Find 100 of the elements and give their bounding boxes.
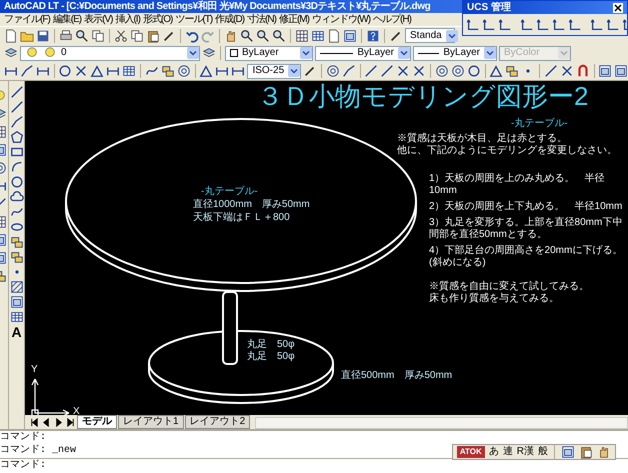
- rectangle-icon[interactable]: [10, 145, 24, 159]
- target-icon[interactable]: [326, 64, 340, 78]
- polygon-icon[interactable]: [10, 130, 24, 144]
- target-icon[interactable]: [450, 64, 465, 78]
- color-dropdown[interactable]: ByLayer: [225, 46, 313, 60]
- dimension-style-dropdown[interactable]: ISO-25: [247, 64, 302, 78]
- block-icon[interactable]: [160, 64, 175, 78]
- angle-icon[interactable]: [90, 64, 104, 78]
- drawing-title: ３Ｄ小物モデリング図形ー2: [257, 83, 588, 109]
- block-icon[interactable]: [10, 235, 24, 249]
- target-icon[interactable]: [434, 64, 449, 78]
- ime-option[interactable]: 般: [538, 447, 548, 457]
- line-icon[interactable]: [380, 64, 394, 78]
- hand-icon[interactable]: [224, 28, 238, 42]
- last-page-icon[interactable]: [65, 417, 76, 428]
- menu-item[interactable]: 挿入(I): [115, 14, 140, 24]
- menu-item[interactable]: 形式(O): [142, 14, 172, 24]
- line-icon[interactable]: [544, 64, 558, 78]
- scissors-icon[interactable]: [114, 28, 128, 42]
- first-page-icon[interactable]: [29, 417, 40, 428]
- window-icon[interactable]: [598, 64, 612, 78]
- grid-icon[interactable]: [295, 28, 309, 42]
- text-tool[interactable]: A: [11, 325, 22, 339]
- window-icon[interactable]: [561, 445, 575, 459]
- menu-item[interactable]: ツール(T): [175, 14, 212, 24]
- window-icon[interactable]: [0, 143, 7, 157]
- line-icon[interactable]: [10, 100, 24, 114]
- target-icon[interactable]: [0, 161, 7, 175]
- copy-icon[interactable]: [130, 28, 144, 42]
- layer-dropdown[interactable]: 0: [20, 46, 200, 60]
- circle-icon[interactable]: [58, 64, 72, 78]
- layout-tab[interactable]: レイアウト1: [118, 415, 184, 429]
- menu-item[interactable]: ウィンドウ(W): [312, 14, 370, 24]
- ime-mode[interactable]: ATOK: [456, 446, 485, 458]
- page-icon[interactable]: [4, 28, 18, 42]
- paste-icon[interactable]: [146, 28, 160, 42]
- line-icon[interactable]: [10, 85, 24, 99]
- polyline-icon[interactable]: [342, 64, 356, 78]
- lineweight-dropdown[interactable]: ByLayer: [413, 46, 497, 60]
- menu-item[interactable]: 修正(M): [278, 14, 309, 24]
- window-icon[interactable]: [0, 233, 7, 247]
- horizontal-scrollbar[interactable]: [255, 417, 628, 429]
- target-icon[interactable]: [176, 64, 191, 78]
- paste-icon[interactable]: [579, 445, 593, 459]
- block-icon[interactable]: [10, 250, 24, 264]
- linetype-dropdown[interactable]: ByLayer: [315, 46, 411, 60]
- circle-icon[interactable]: [10, 175, 24, 189]
- polyline-icon[interactable]: [10, 115, 24, 129]
- menu-item[interactable]: 編集(E): [52, 14, 82, 24]
- polyline-icon[interactable]: [20, 64, 34, 78]
- caret-icon: [288, 65, 300, 77]
- table-icon[interactable]: [311, 28, 325, 42]
- magnifier-icon[interactable]: [256, 28, 270, 42]
- cross-icon[interactable]: [412, 64, 426, 78]
- grid-icon[interactable]: [0, 215, 7, 229]
- cross-icon[interactable]: [560, 64, 574, 78]
- window-icon[interactable]: [10, 295, 24, 309]
- bulb-icon[interactable]: [43, 46, 57, 60]
- help-icon[interactable]: [366, 28, 380, 42]
- menu-item[interactable]: 寸法(N): [247, 14, 276, 24]
- text-style-dropdown[interactable]: Standa: [405, 28, 455, 43]
- ime-option[interactable]: あ: [488, 447, 499, 457]
- angle-icon[interactable]: [199, 64, 214, 78]
- menu-item[interactable]: 表示(V): [84, 14, 112, 24]
- arc-icon[interactable]: [10, 160, 24, 174]
- block-icon[interactable]: [0, 269, 7, 283]
- drawing-canvas[interactable]: [25, 81, 628, 415]
- close-icon[interactable]: [613, 2, 623, 12]
- hand-icon[interactable]: [597, 445, 611, 459]
- window-icon[interactable]: [343, 28, 357, 42]
- layout-tab[interactable]: モデル: [77, 415, 117, 429]
- angle-icon[interactable]: [489, 64, 504, 78]
- cloud-icon[interactable]: [10, 190, 24, 204]
- cross-icon[interactable]: [74, 64, 88, 78]
- magnet-icon[interactable]: [576, 64, 590, 78]
- menu-item[interactable]: 作成(D): [215, 14, 244, 24]
- command-prompt[interactable]: コマンド:: [0, 459, 46, 473]
- magnifier-icon[interactable]: [272, 28, 286, 42]
- hatch-icon[interactable]: [10, 280, 24, 294]
- table-icon[interactable]: [122, 64, 136, 78]
- copy-icon[interactable]: [91, 28, 105, 42]
- page-icon[interactable]: [327, 28, 341, 42]
- layout-tab[interactable]: レイアウト2: [184, 415, 250, 429]
- ime-option[interactable]: 連: [502, 447, 513, 457]
- bulb-icon[interactable]: [25, 46, 39, 60]
- grid-icon[interactable]: [0, 125, 7, 139]
- window-icon[interactable]: [0, 251, 7, 265]
- block-icon[interactable]: [505, 64, 520, 78]
- magnifier-icon[interactable]: [240, 28, 254, 42]
- menu-item[interactable]: ファイル(F): [4, 14, 50, 24]
- circle-icon[interactable]: [466, 64, 481, 78]
- caret-icon: [398, 47, 410, 59]
- line-icon[interactable]: [364, 64, 378, 78]
- magnifier-icon[interactable]: [75, 28, 89, 42]
- cross-icon[interactable]: [396, 64, 410, 78]
- menu-item[interactable]: ヘルプ(H): [373, 14, 411, 24]
- window-icon[interactable]: [614, 64, 628, 78]
- table-icon[interactable]: [10, 310, 24, 324]
- ime-option[interactable]: R漢: [516, 447, 534, 457]
- printer-icon[interactable]: [59, 28, 73, 42]
